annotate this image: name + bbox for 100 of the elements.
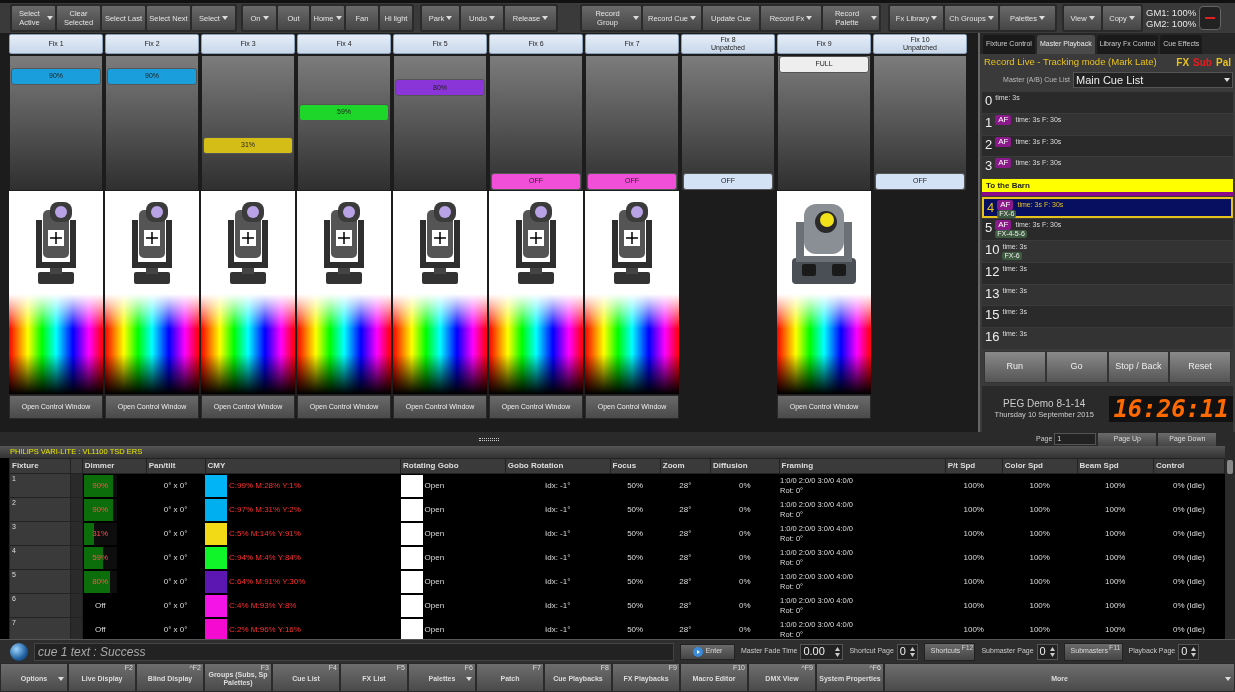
table-cell-text: 50%: [626, 527, 645, 540]
column-header[interactable]: Gobo Rotation: [505, 458, 611, 474]
caret-icon: [1039, 16, 1046, 20]
table-cell: 0° x 0°: [146, 569, 205, 594]
auto-follow-badge: AF: [995, 114, 1012, 125]
table-cell-text: Idx: -1°: [543, 599, 572, 612]
grand-master-level: GM2: 100%: [1146, 18, 1197, 29]
table-cell-text: Idx: -1°: [543, 527, 572, 540]
caret-icon: [806, 16, 813, 20]
cmy-value: C:97% M:31% Y:2%: [229, 503, 301, 516]
table-cell-text: 50%: [626, 623, 645, 636]
table-cell: 0%: [710, 473, 780, 498]
table-cell-text: 50%: [626, 575, 645, 588]
table-cell-text: 50%: [626, 599, 645, 612]
table-cell: 100%: [1077, 473, 1154, 498]
column-header[interactable]: Beam Spd: [1077, 458, 1154, 474]
table-cell: 50%: [610, 473, 661, 498]
caret-icon: [335, 16, 342, 20]
playback-button[interactable]: Run: [984, 351, 1046, 383]
cmy-value: C:4% M:93% Y:8%: [229, 599, 297, 612]
table-cell-text: 100%: [1028, 599, 1051, 612]
table-cell-text: 100%: [962, 551, 985, 564]
table-cell: 0% (Idle): [1153, 473, 1225, 498]
table-cell-text: 100%: [1104, 551, 1127, 564]
column-header[interactable]: Color Spd: [1002, 458, 1078, 474]
table-cell-text: 28°: [678, 623, 693, 636]
color-gradient[interactable]: [585, 294, 679, 394]
table-cell-text: 100%: [1028, 551, 1051, 564]
caret-icon: [47, 16, 53, 20]
color-gradient[interactable]: [105, 294, 199, 394]
table-cell-text: 28°: [678, 527, 693, 540]
caret-icon: [1224, 78, 1230, 82]
table-cell-text: Idx: -1°: [543, 623, 572, 636]
table-cell-text: 0%: [737, 503, 752, 516]
table-cell-text: 100%: [962, 623, 985, 636]
color-gradient[interactable]: [201, 294, 295, 394]
cue-number: 0: [985, 93, 993, 109]
gobo-value: Open: [424, 551, 445, 564]
gobo-swatch: [400, 570, 423, 593]
status-label: Pal: [1216, 56, 1231, 70]
cmy-value: C:2% M:96% Y:16%: [229, 623, 301, 636]
cue-list-dropdown[interactable]: Main Cue List: [1073, 72, 1233, 88]
color-gradient[interactable]: [393, 294, 487, 394]
color-gradient[interactable]: [777, 294, 871, 394]
table-cell-text: 0% (Idle): [1171, 575, 1206, 588]
column-header[interactable]: Focus: [610, 458, 661, 474]
column-header[interactable]: Framing: [779, 458, 946, 474]
show-name: PEG Demo 8-1-14: [1003, 398, 1086, 410]
scrollbar[interactable]: [1225, 446, 1235, 639]
table-cell-text: 100%: [962, 575, 985, 588]
table-cell: 0° x 0°: [146, 593, 205, 618]
spin-field[interactable]: 0: [1036, 643, 1058, 660]
dimmer-value: 80%: [92, 575, 109, 588]
table-cell-text: 100%: [1028, 503, 1051, 516]
table-cell-text: 100%: [1104, 623, 1127, 636]
status-label: Sub: [1193, 56, 1212, 70]
caret-icon: [987, 16, 994, 20]
gobo-value: Open: [424, 527, 445, 540]
cue-number: 4: [987, 200, 995, 217]
table-cell-text: 100%: [1028, 527, 1051, 540]
table-cell-text: 28°: [678, 575, 693, 588]
column-header[interactable]: Control: [1153, 458, 1225, 474]
table-cell-text: 0% (Idle): [1171, 527, 1206, 540]
column-header[interactable]: Diffusion: [710, 458, 780, 474]
column-header[interactable]: Pan/tilt: [146, 458, 205, 474]
gobo-swatch: [400, 618, 423, 639]
dimmer-value: 90%: [92, 479, 109, 492]
cmy-value: C:99% M:28% Y:1%: [229, 479, 301, 492]
caret-icon: [58, 677, 64, 681]
gobo-value: Open: [424, 479, 445, 492]
cue-header[interactable]: To the Barn: [982, 179, 1233, 197]
column-header[interactable]: Dimmer: [82, 458, 147, 474]
cue-number: 2: [985, 136, 993, 153]
spin-field[interactable]: 0.00: [800, 643, 844, 660]
splitter-grip[interactable]: [479, 437, 499, 441]
caret-icon: [871, 16, 877, 20]
column-header[interactable]: CMY: [205, 458, 401, 474]
auto-follow-badge: AF: [995, 136, 1012, 147]
auto-follow-badge: AF: [997, 200, 1014, 211]
blackout-button[interactable]: [1199, 6, 1222, 30]
color-gradient[interactable]: [297, 294, 391, 394]
column-header[interactable]: Zoom: [660, 458, 711, 474]
spin-field[interactable]: 0: [1178, 643, 1200, 660]
color-gradient[interactable]: [489, 294, 583, 394]
playback-button[interactable]: Reset: [1169, 351, 1231, 383]
table-cell-text: 100%: [1104, 527, 1127, 540]
table-cell-text: 0%: [737, 599, 752, 612]
column-header[interactable]: Fixture: [9, 458, 71, 474]
cue-number: 13: [985, 285, 1000, 302]
spinner-arrows-icon: [909, 645, 915, 658]
spin-field[interactable]: 0: [896, 643, 918, 660]
table-cell-text: 100%: [962, 503, 985, 516]
table-cell-text: 100%: [962, 527, 985, 540]
dimmer-value: 31%: [92, 527, 109, 540]
playback-button[interactable]: Go: [1045, 351, 1108, 383]
column-header[interactable]: Rotating Gobo: [400, 458, 506, 474]
caret-icon: [542, 16, 549, 20]
color-gradient[interactable]: [9, 294, 103, 394]
playback-button[interactable]: Stop / Back: [1107, 351, 1170, 383]
column-header[interactable]: P/t Spd: [945, 458, 1003, 474]
